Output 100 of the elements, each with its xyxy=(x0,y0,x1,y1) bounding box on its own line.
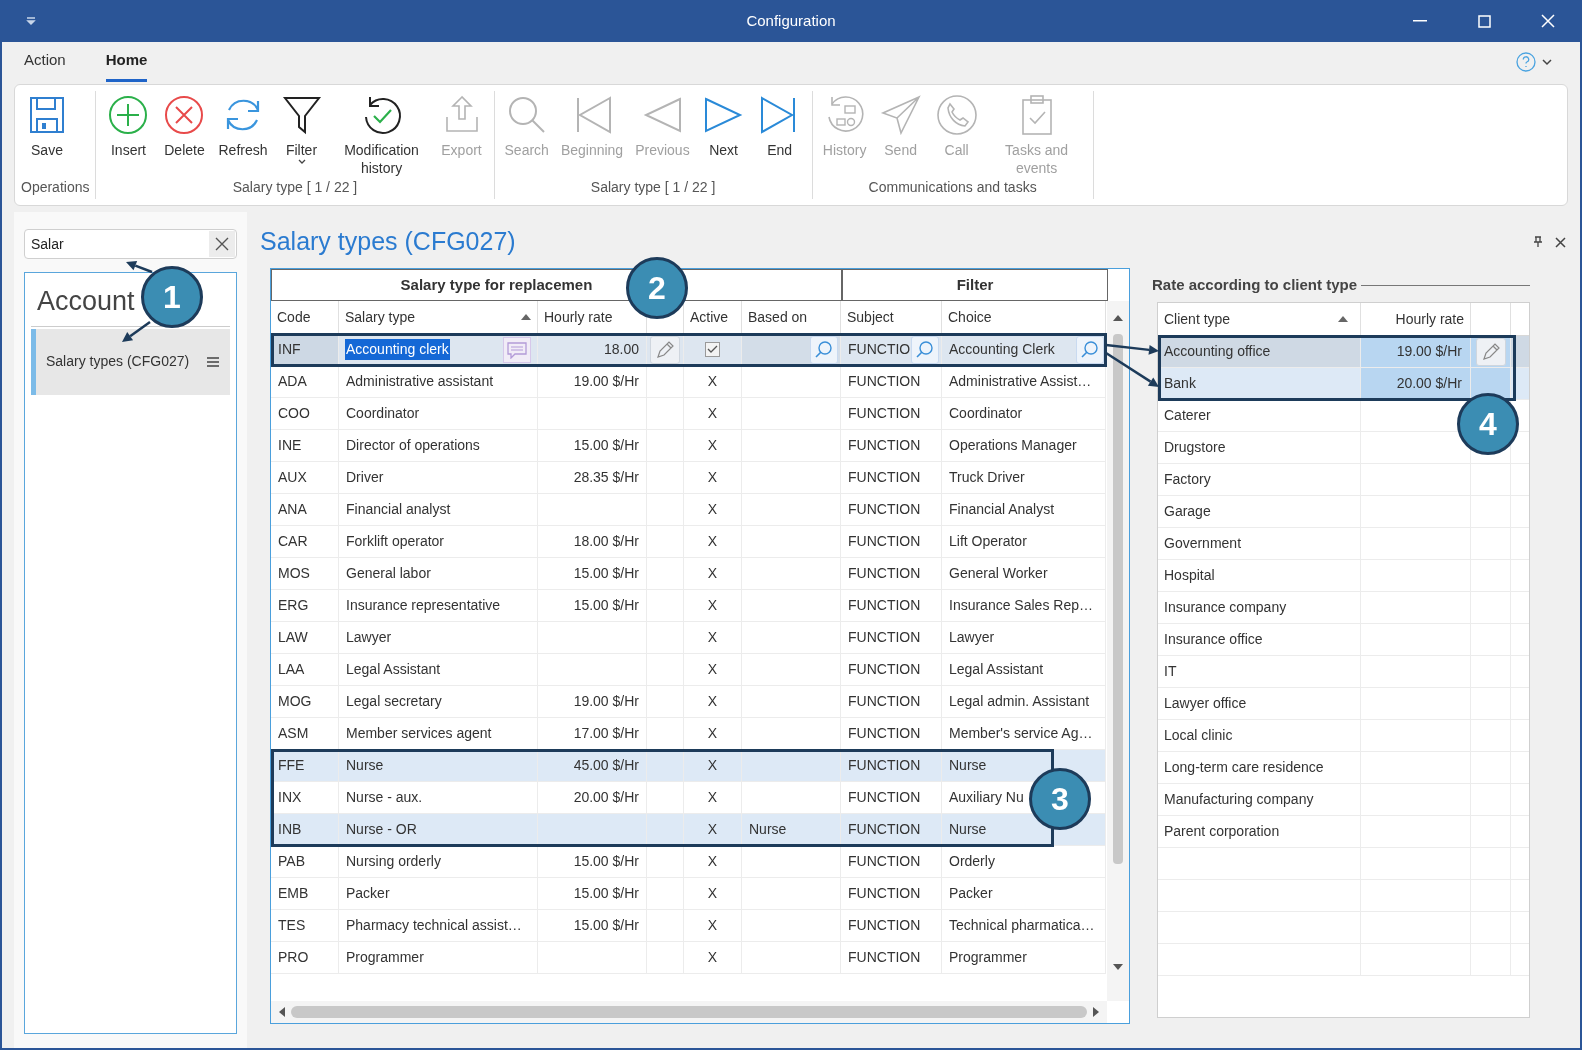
scroll-up-icon[interactable] xyxy=(1113,314,1123,321)
search-icon xyxy=(915,339,935,360)
table-row[interactable]: MOG Legal secretary 19.00 $/Hr X FUNCTION Legal admin. Assistant xyxy=(271,686,1107,718)
table-cell: 20.00 $/Hr xyxy=(538,782,647,813)
save-button[interactable]: Save xyxy=(21,91,73,159)
modhistory-button[interactable]: Modification history xyxy=(331,91,432,177)
table-cell: ANA xyxy=(271,494,339,525)
next-button[interactable]: Next xyxy=(697,91,750,159)
search-icon xyxy=(1080,339,1100,360)
table-cell: X xyxy=(684,910,742,941)
table-row[interactable]: AUX Driver 28.35 $/Hr X FUNCTION Truck Driver xyxy=(271,462,1107,494)
clear-button[interactable] xyxy=(209,231,235,257)
search-field[interactable]: Salar xyxy=(24,229,237,259)
table-cell: 19.00 $/Hr xyxy=(1361,336,1471,367)
lookup-button[interactable] xyxy=(810,335,838,364)
scroll-right-icon[interactable] xyxy=(1093,1007,1099,1017)
table-cell: Government xyxy=(1158,528,1361,559)
table-cell: FUNCTION xyxy=(841,878,942,909)
table-cell: Coordinator xyxy=(339,398,538,429)
lookup-button[interactable] xyxy=(1076,335,1104,364)
quick-access-icon[interactable] xyxy=(26,16,36,26)
edit-button[interactable] xyxy=(650,335,680,364)
table-row[interactable]: Lawyer office xyxy=(1158,688,1529,720)
column-header[interactable]: Code xyxy=(277,306,311,328)
table-row[interactable]: Insurance company xyxy=(1158,592,1529,624)
table-cell: 18.00 $/Hr xyxy=(538,526,647,557)
checkbox[interactable] xyxy=(705,342,720,357)
table-row[interactable]: Long-term care residence xyxy=(1158,752,1529,784)
table-row[interactable]: LAA Legal Assistant X FUNCTION Legal Assistant xyxy=(271,654,1107,686)
table-cell: 15.00 $/Hr xyxy=(538,590,647,621)
search-input[interactable]: Salar xyxy=(31,233,209,255)
table-row[interactable]: Hospital xyxy=(1158,560,1529,592)
delete-button[interactable]: Delete xyxy=(158,91,211,159)
table-row[interactable]: ERG Insurance representative 15.00 $/Hr X FUNCTION Insurance Sales Rep… xyxy=(271,590,1107,622)
scroll-left-icon[interactable] xyxy=(279,1007,285,1017)
table-row[interactable]: ADA Administrative assistant 19.00 $/Hr X FUNCTION Administrative Assist… xyxy=(271,366,1107,398)
column-header[interactable]: Client type xyxy=(1158,303,1361,335)
menu-tab[interactable]: Action xyxy=(24,48,66,82)
table-cell: X xyxy=(684,494,742,525)
table-cell-text: Accounting Clerk xyxy=(949,340,1055,359)
filter-button[interactable]: Filter xyxy=(275,91,328,164)
table-row[interactable]: Government xyxy=(1158,528,1529,560)
scrollbar-thumb[interactable] xyxy=(291,1006,1087,1018)
table-cell: X xyxy=(684,686,742,717)
table-row[interactable]: Garage xyxy=(1158,496,1529,528)
table-cell: Lawyer xyxy=(942,622,1106,653)
table-cell: Technical pharmatica… xyxy=(942,910,1106,941)
edit-button[interactable] xyxy=(1475,337,1506,366)
table-cell: 17.00 $/Hr xyxy=(538,718,647,749)
table-cell: X xyxy=(684,398,742,429)
close-icon[interactable] xyxy=(1555,236,1566,248)
selected-text[interactable]: Accounting clerk xyxy=(345,339,450,360)
refresh-button[interactable]: Refresh xyxy=(214,91,272,159)
scrollbar-thumb[interactable] xyxy=(1113,334,1123,864)
table-row[interactable]: PAB Nursing orderly 15.00 $/Hr X FUNCTION Orderly xyxy=(271,846,1107,878)
lookup-button[interactable] xyxy=(911,335,939,364)
table-row[interactable]: LAW Lawyer X FUNCTION Lawyer xyxy=(271,622,1107,654)
table-row[interactable]: EMB Packer 15.00 $/Hr X FUNCTION Packer xyxy=(271,878,1107,910)
table-row[interactable]: ANA Financial analyst X FUNCTION Financial Analyst xyxy=(271,494,1107,526)
table-row[interactable]: INB Nurse - OR X Nurse FUNCTION Nurse xyxy=(271,814,1107,846)
table-row[interactable]: COO Coordinator X FUNCTION Coordinator xyxy=(271,398,1107,430)
table-cell: FUNCTION xyxy=(841,558,942,589)
table-row[interactable]: IT xyxy=(1158,656,1529,688)
table-row[interactable]: Accounting office 19.00 $/Hr xyxy=(1158,336,1529,368)
table-cell: Director of operations xyxy=(339,430,538,461)
sort-ascending-icon[interactable] xyxy=(1338,316,1348,322)
table-row[interactable]: Factory xyxy=(1158,464,1529,496)
callout-arrow xyxy=(126,260,153,274)
table-row[interactable]: INE Director of operations 15.00 $/Hr X FUNCTION Operations Manager xyxy=(271,430,1107,462)
table-row[interactable]: Bank 20.00 $/Hr xyxy=(1158,368,1529,400)
table-cell: FUNCTION xyxy=(841,526,942,557)
column-header[interactable]: Subject xyxy=(847,306,894,328)
column-header[interactable]: Salary type xyxy=(345,306,416,328)
column-header[interactable]: Choice xyxy=(948,306,992,328)
column-header[interactable]: Hourly rate xyxy=(1361,303,1471,335)
table-cell: FUNCTION xyxy=(841,398,942,429)
table-row[interactable]: PRO Programmer X FUNCTION Programmer xyxy=(271,942,1107,974)
table-row[interactable]: Manufacturing company xyxy=(1158,784,1529,816)
table-row[interactable]: TES Pharmacy technical assist… 15.00 $/Hr X FUNCTION Technical pharmatica… xyxy=(271,910,1107,942)
column-header[interactable]: Hourly rate xyxy=(544,306,613,328)
table-row[interactable]: Insurance office xyxy=(1158,624,1529,656)
scroll-down-icon[interactable] xyxy=(1113,964,1123,970)
table-row[interactable]: Local clinic xyxy=(1158,720,1529,752)
table-cell: ADA xyxy=(271,366,339,397)
group-label: Communications and tasks xyxy=(867,178,1038,197)
column-header[interactable]: Based on xyxy=(748,306,808,328)
table-cell: FUNCTION xyxy=(841,910,942,941)
menu-icon[interactable] xyxy=(207,356,220,367)
sort-ascending-icon[interactable] xyxy=(521,314,531,320)
pin-icon[interactable] xyxy=(1533,236,1543,248)
table-row[interactable]: CAR Forklift operator 18.00 $/Hr X FUNCTION Lift Operator xyxy=(271,526,1107,558)
table-row[interactable]: FFE Nurse 45.00 $/Hr X FUNCTION Nurse xyxy=(271,750,1107,782)
table-row[interactable]: MOS General labor 15.00 $/Hr X FUNCTION General Worker xyxy=(271,558,1107,590)
last-button[interactable]: End xyxy=(753,91,806,159)
table-row[interactable]: Parent corporation xyxy=(1158,816,1529,848)
chevron-down-icon[interactable] xyxy=(1542,58,1552,66)
table-cell: FUNCTION xyxy=(841,686,942,717)
close-icon xyxy=(215,237,229,251)
insert-button[interactable]: Insert xyxy=(102,91,155,159)
column-header[interactable]: Active xyxy=(690,306,729,328)
